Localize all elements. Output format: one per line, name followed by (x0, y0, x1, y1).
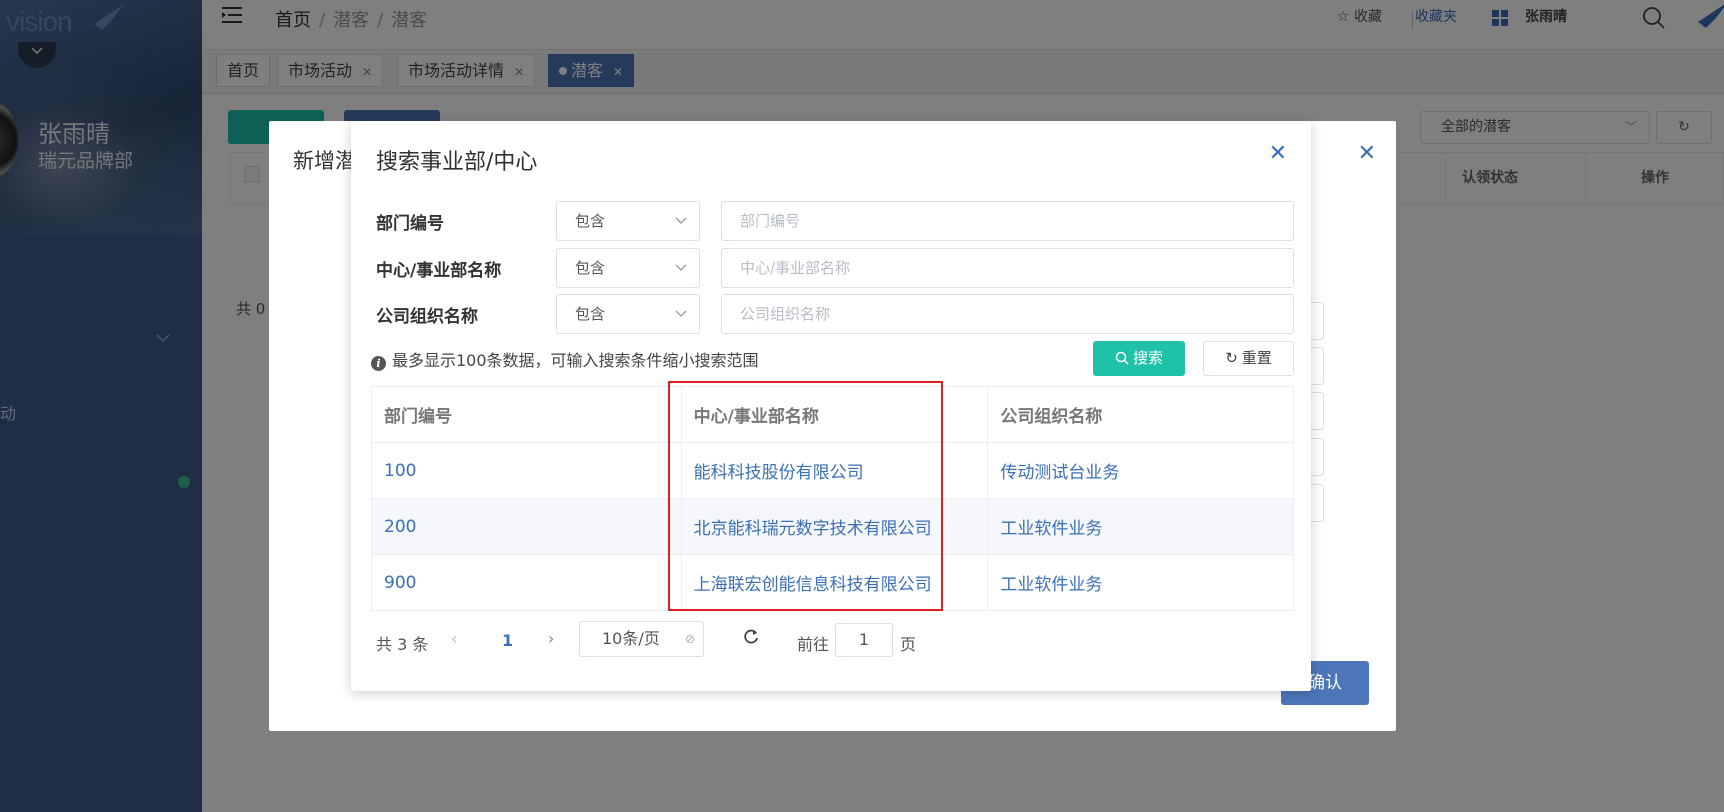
refresh-icon: ↻ (1225, 349, 1238, 367)
pagination-current-page[interactable]: 1 (502, 631, 513, 650)
filter-label-company-org: 公司组织名称 (376, 307, 478, 327)
cell-dept-code[interactable]: 200 (371, 498, 682, 555)
dept-code-input[interactable]: 部门编号 (721, 201, 1294, 241)
page-size-select[interactable]: 10条/页 ⊘ (579, 621, 704, 657)
company-org-operator-select[interactable]: 包含 (556, 294, 700, 334)
reset-button[interactable]: ↻ 重置 (1203, 341, 1294, 376)
cell-dept-code[interactable]: 900 (371, 554, 682, 611)
dept-code-operator-select[interactable]: 包含 (556, 201, 700, 241)
chevron-right-icon[interactable]: › (548, 629, 554, 648)
operator-value: 包含 (575, 259, 606, 277)
hint-text: 最多显示100条数据，可输入搜索条件缩小搜索范围 (392, 351, 759, 370)
close-icon[interactable]: ✕ (1358, 141, 1376, 166)
operator-value: 包含 (575, 212, 606, 230)
chevron-down-icon (675, 310, 687, 317)
cell-dept-code[interactable]: 100 (371, 442, 682, 499)
chevron-down-icon (675, 217, 687, 224)
page-size-value: 10条/页 (602, 629, 660, 648)
search-button[interactable]: 搜索 (1093, 341, 1185, 376)
pagination-page-suffix: 页 (900, 635, 917, 654)
refresh-icon[interactable] (741, 627, 761, 647)
cell-company-org[interactable]: 工业软件业务 (987, 554, 1294, 611)
center-name-operator-select[interactable]: 包含 (556, 248, 700, 288)
dialog-title: 搜索事业部/中心 (376, 150, 538, 175)
chevron-left-icon[interactable]: ‹ (451, 629, 457, 648)
info-icon: i (371, 356, 386, 371)
reset-button-label: 重置 (1241, 349, 1272, 367)
cell-company-org[interactable]: 传动测试台业务 (987, 442, 1294, 499)
column-header-company-org[interactable]: 公司组织名称 (987, 386, 1294, 443)
pagination-total: 共 3 条 (376, 635, 429, 654)
search-icon (1115, 351, 1129, 365)
close-icon[interactable]: ✕ (1269, 143, 1287, 165)
chevron-down-icon (675, 264, 687, 271)
column-header-dept-code[interactable]: 部门编号 (371, 386, 682, 443)
pagination: 共 3 条 ‹ 1 › 10条/页 ⊘ 前往 1 页 (351, 621, 1311, 661)
filter-label-center-name: 中心/事业部名称 (376, 261, 502, 281)
pagination-goto-label: 前往 (797, 635, 830, 654)
pagination-goto-input[interactable]: 1 (835, 623, 893, 657)
add-lead-dialog-title: 新增潜 (293, 149, 356, 173)
cell-company-org[interactable]: 工业软件业务 (987, 498, 1294, 555)
center-name-input[interactable]: 中心/事业部名称 (721, 248, 1294, 288)
highlight-annotation-box (668, 381, 943, 611)
operator-value: 包含 (575, 305, 606, 323)
search-department-dialog: 搜索事业部/中心 ✕ 部门编号 包含 部门编号 中心/事业部名称 包含 中心/事… (351, 121, 1311, 691)
filter-label-dept-code: 部门编号 (376, 214, 444, 234)
company-org-input[interactable]: 公司组织名称 (721, 294, 1294, 334)
search-button-label: 搜索 (1132, 349, 1163, 367)
search-hint: i 最多显示100条数据，可输入搜索条件缩小搜索范围 (371, 347, 759, 371)
check-circle-icon: ⊘ (684, 632, 695, 646)
